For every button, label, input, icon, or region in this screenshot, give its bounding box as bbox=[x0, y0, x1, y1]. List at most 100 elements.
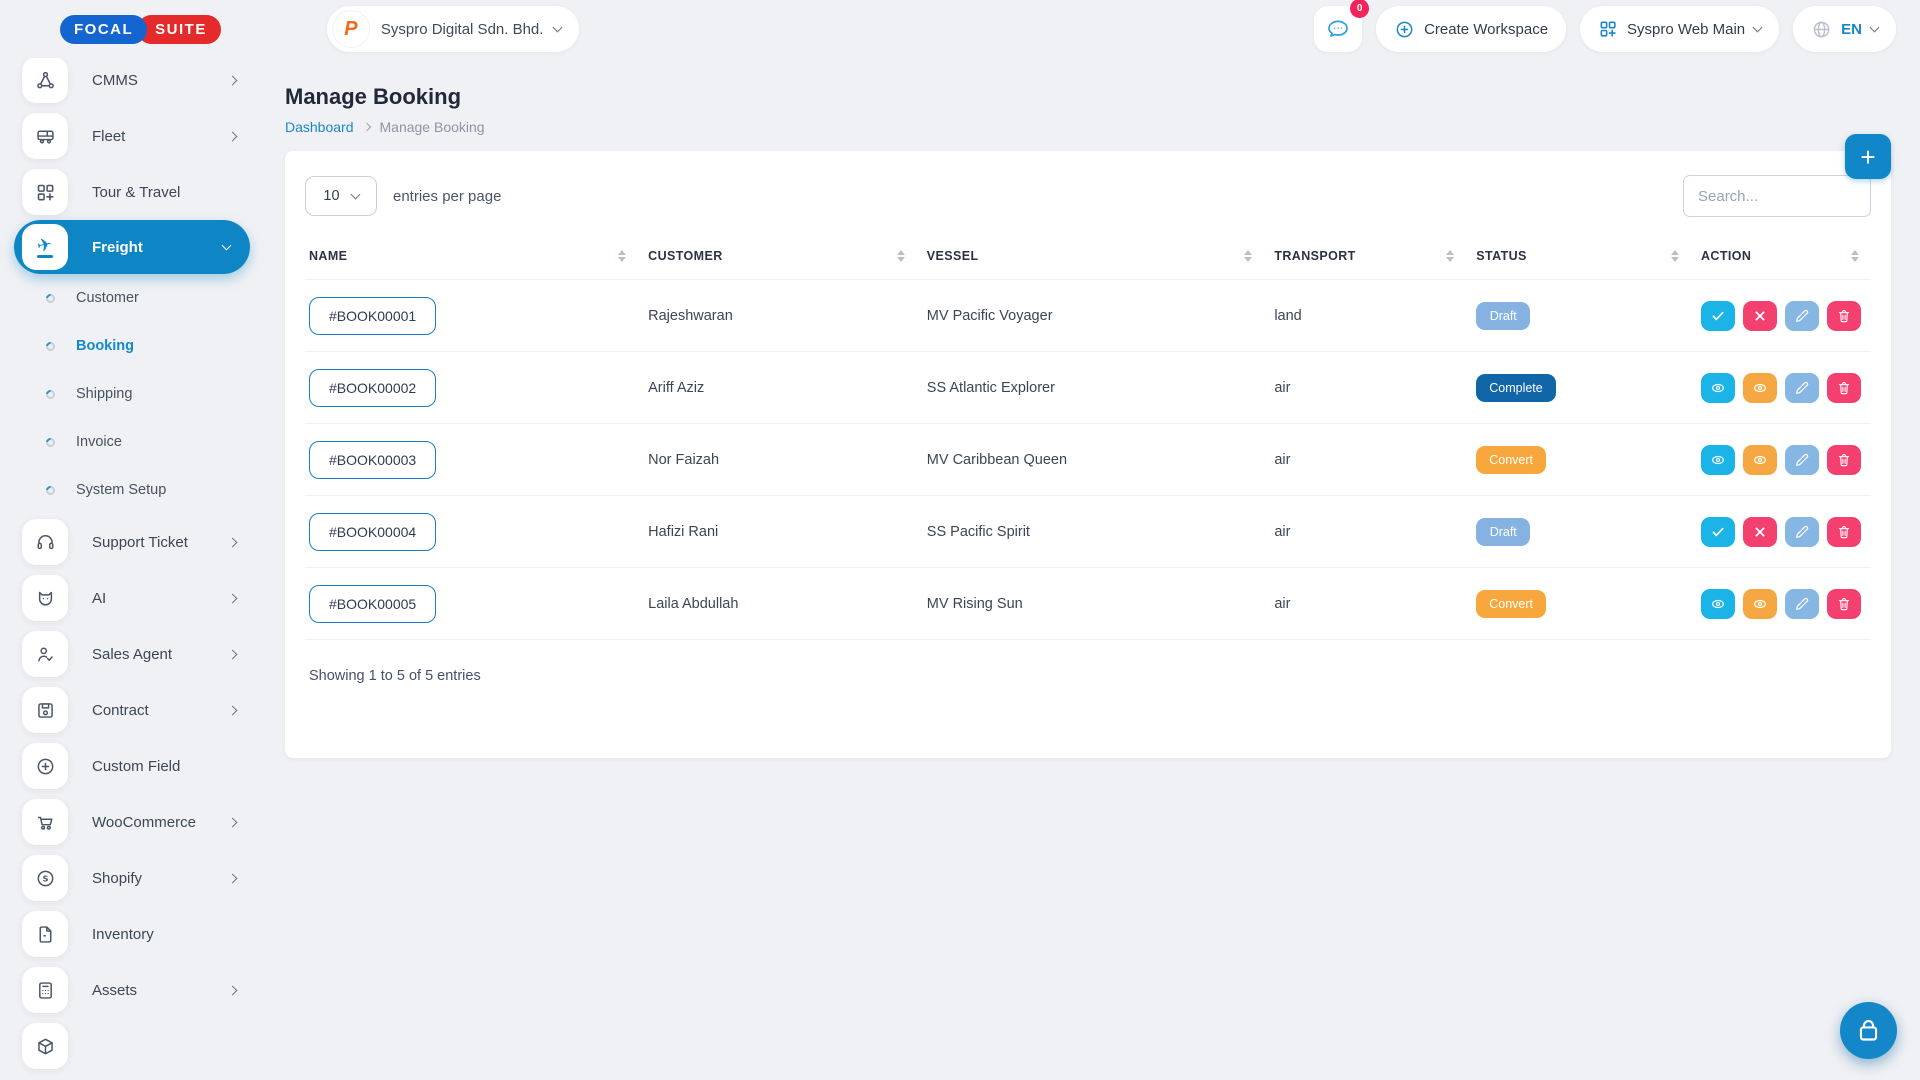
column-header-name[interactable]: NAME bbox=[305, 249, 638, 280]
edit-button[interactable] bbox=[1784, 300, 1819, 331]
sidebar-item-assets[interactable]: Assets bbox=[14, 962, 262, 1018]
booking-id-badge[interactable]: #BOOK00004 bbox=[309, 512, 437, 551]
delete-button[interactable] bbox=[1826, 300, 1861, 331]
booking-id-badge[interactable]: #BOOK00001 bbox=[309, 296, 437, 335]
sidebar-item-custom-field[interactable]: Custom Field bbox=[14, 738, 262, 794]
sort-icon[interactable] bbox=[1446, 250, 1456, 262]
sidebar-item-shopify[interactable]: S Shopify bbox=[14, 850, 262, 906]
circle-plus-icon bbox=[22, 743, 68, 789]
sort-icon[interactable] bbox=[1670, 250, 1681, 262]
sidebar-item-support-ticket[interactable]: Support Ticket bbox=[14, 514, 262, 570]
calculator-icon bbox=[22, 967, 68, 1013]
sidebar-item-woocommerce[interactable]: WooCommerce bbox=[14, 794, 262, 850]
actions-cell bbox=[1700, 372, 1861, 403]
sidebar-subitem-shipping[interactable]: Shipping bbox=[14, 370, 262, 418]
company-selector[interactable]: P Syspro Digital Sdn. Bhd. bbox=[326, 6, 580, 52]
sidebar-subitem-customer[interactable]: Customer bbox=[14, 274, 262, 322]
delete-button[interactable] bbox=[1826, 588, 1861, 619]
chat-bubble-icon bbox=[1326, 17, 1350, 41]
chevron-right-icon bbox=[362, 122, 371, 132]
search-input[interactable] bbox=[1683, 175, 1871, 217]
chevron-right-icon bbox=[227, 537, 238, 547]
headset-icon bbox=[22, 519, 68, 565]
delete-button[interactable] bbox=[1826, 372, 1861, 403]
add-booking-button[interactable]: + bbox=[1845, 134, 1891, 179]
view-button[interactable] bbox=[1700, 372, 1735, 403]
sidebar-item-tour-travel[interactable]: Tour & Travel bbox=[14, 164, 262, 220]
actions-cell bbox=[1700, 300, 1861, 331]
edit-button[interactable] bbox=[1784, 372, 1819, 403]
sidebar-item-fleet[interactable]: Fleet bbox=[14, 108, 262, 164]
grid-plus-icon bbox=[1598, 19, 1618, 39]
booking-id-badge[interactable]: #BOOK00002 bbox=[309, 368, 437, 407]
sort-icon[interactable] bbox=[1851, 250, 1861, 262]
language-selector[interactable]: EN bbox=[1793, 6, 1896, 52]
main-content: Manage Booking Dashboard Manage Booking … bbox=[285, 58, 1891, 758]
messages-button[interactable]: 0 bbox=[1314, 0, 1370, 52]
column-header-status[interactable]: STATUS bbox=[1466, 249, 1691, 280]
chevron-down-icon bbox=[1752, 22, 1763, 33]
reject-button[interactable] bbox=[1742, 516, 1777, 547]
company-logo-icon: P bbox=[331, 10, 370, 48]
transport-cell: air bbox=[1274, 451, 1291, 468]
reject-button[interactable] bbox=[1742, 300, 1777, 331]
bullet-icon bbox=[44, 435, 57, 449]
chevron-down-icon bbox=[553, 22, 563, 33]
view-alt-button[interactable] bbox=[1742, 444, 1777, 475]
edit-button[interactable] bbox=[1784, 444, 1819, 475]
grid-plus-icon bbox=[22, 169, 68, 215]
sidebar-item-ai[interactable]: AI bbox=[14, 570, 262, 626]
entries-per-page-select[interactable]: 10 bbox=[305, 176, 377, 216]
delete-button[interactable] bbox=[1826, 516, 1861, 547]
sort-icon[interactable] bbox=[618, 250, 628, 262]
column-header-action[interactable]: ACTION bbox=[1691, 249, 1871, 280]
sidebar-subitem-booking[interactable]: Booking bbox=[14, 322, 262, 370]
approve-button[interactable] bbox=[1700, 516, 1735, 547]
booking-id-badge[interactable]: #BOOK00005 bbox=[309, 584, 437, 623]
view-button[interactable] bbox=[1700, 588, 1735, 619]
edit-button[interactable] bbox=[1784, 516, 1819, 547]
table-row: #BOOK00005 Laila Abdullah MV Rising Sun … bbox=[305, 567, 1871, 640]
approve-button[interactable] bbox=[1700, 300, 1735, 331]
brand-logo[interactable]: FOCAL SUITE bbox=[60, 14, 221, 44]
sidebar-item-sales-agent[interactable]: Sales Agent bbox=[14, 626, 262, 682]
view-alt-button[interactable] bbox=[1742, 372, 1777, 403]
breadcrumb-dashboard-link[interactable]: Dashboard bbox=[285, 119, 354, 135]
vessel-cell: SS Atlantic Explorer bbox=[926, 379, 1055, 396]
plus-icon: + bbox=[1860, 141, 1876, 172]
chevron-right-icon bbox=[227, 649, 238, 659]
actions-cell bbox=[1700, 516, 1861, 547]
sidebar-item-inventory[interactable]: Inventory bbox=[14, 906, 262, 962]
edit-button[interactable] bbox=[1784, 588, 1819, 619]
delete-button[interactable] bbox=[1826, 444, 1861, 475]
table-row: #BOOK00002 Ariff Aziz SS Atlantic Explor… bbox=[305, 351, 1871, 424]
sidebar-item-partial[interactable] bbox=[14, 1018, 262, 1074]
column-header-customer[interactable]: CUSTOMER bbox=[638, 249, 917, 280]
view-alt-button[interactable] bbox=[1742, 588, 1777, 619]
booking-id-badge[interactable]: #BOOK00003 bbox=[309, 440, 437, 479]
column-header-transport[interactable]: TRANSPORT bbox=[1264, 249, 1466, 280]
create-workspace-button[interactable]: Create Workspace bbox=[1376, 6, 1567, 52]
view-button[interactable] bbox=[1700, 444, 1735, 475]
chevron-right-icon bbox=[227, 705, 238, 715]
sidebar-item-contract[interactable]: Contract bbox=[14, 682, 262, 738]
sidebar-item-freight[interactable]: ✈ Freight bbox=[14, 220, 250, 274]
sidebar-subitem-invoice[interactable]: Invoice bbox=[14, 418, 262, 466]
topbar: FOCAL SUITE P Syspro Digital Sdn. Bhd. 0 bbox=[0, 0, 1920, 58]
workspace-selector[interactable]: Syspro Web Main bbox=[1580, 6, 1780, 52]
sort-icon[interactable] bbox=[1244, 250, 1254, 262]
bot-icon bbox=[22, 575, 68, 621]
transport-cell: air bbox=[1274, 379, 1291, 396]
chevron-down-icon bbox=[221, 240, 232, 251]
floating-cart-button[interactable] bbox=[1840, 1002, 1897, 1059]
sidebar-subitem-system-setup[interactable]: System Setup bbox=[14, 466, 262, 514]
sort-icon[interactable] bbox=[896, 250, 907, 262]
actions-cell bbox=[1700, 588, 1861, 619]
column-header-vessel[interactable]: VESSEL bbox=[917, 249, 1265, 280]
sidebar-item-cmms[interactable]: CMMS bbox=[14, 58, 262, 108]
sidebar: CMMS Fleet Tour & Travel ✈ Freight Custo… bbox=[0, 58, 262, 1080]
customer-cell: Nor Faizah bbox=[648, 451, 720, 468]
shopify-icon: S bbox=[22, 855, 68, 901]
workspace-name: Syspro Web Main bbox=[1627, 20, 1746, 38]
company-name: Syspro Digital Sdn. Bhd. bbox=[380, 20, 544, 38]
